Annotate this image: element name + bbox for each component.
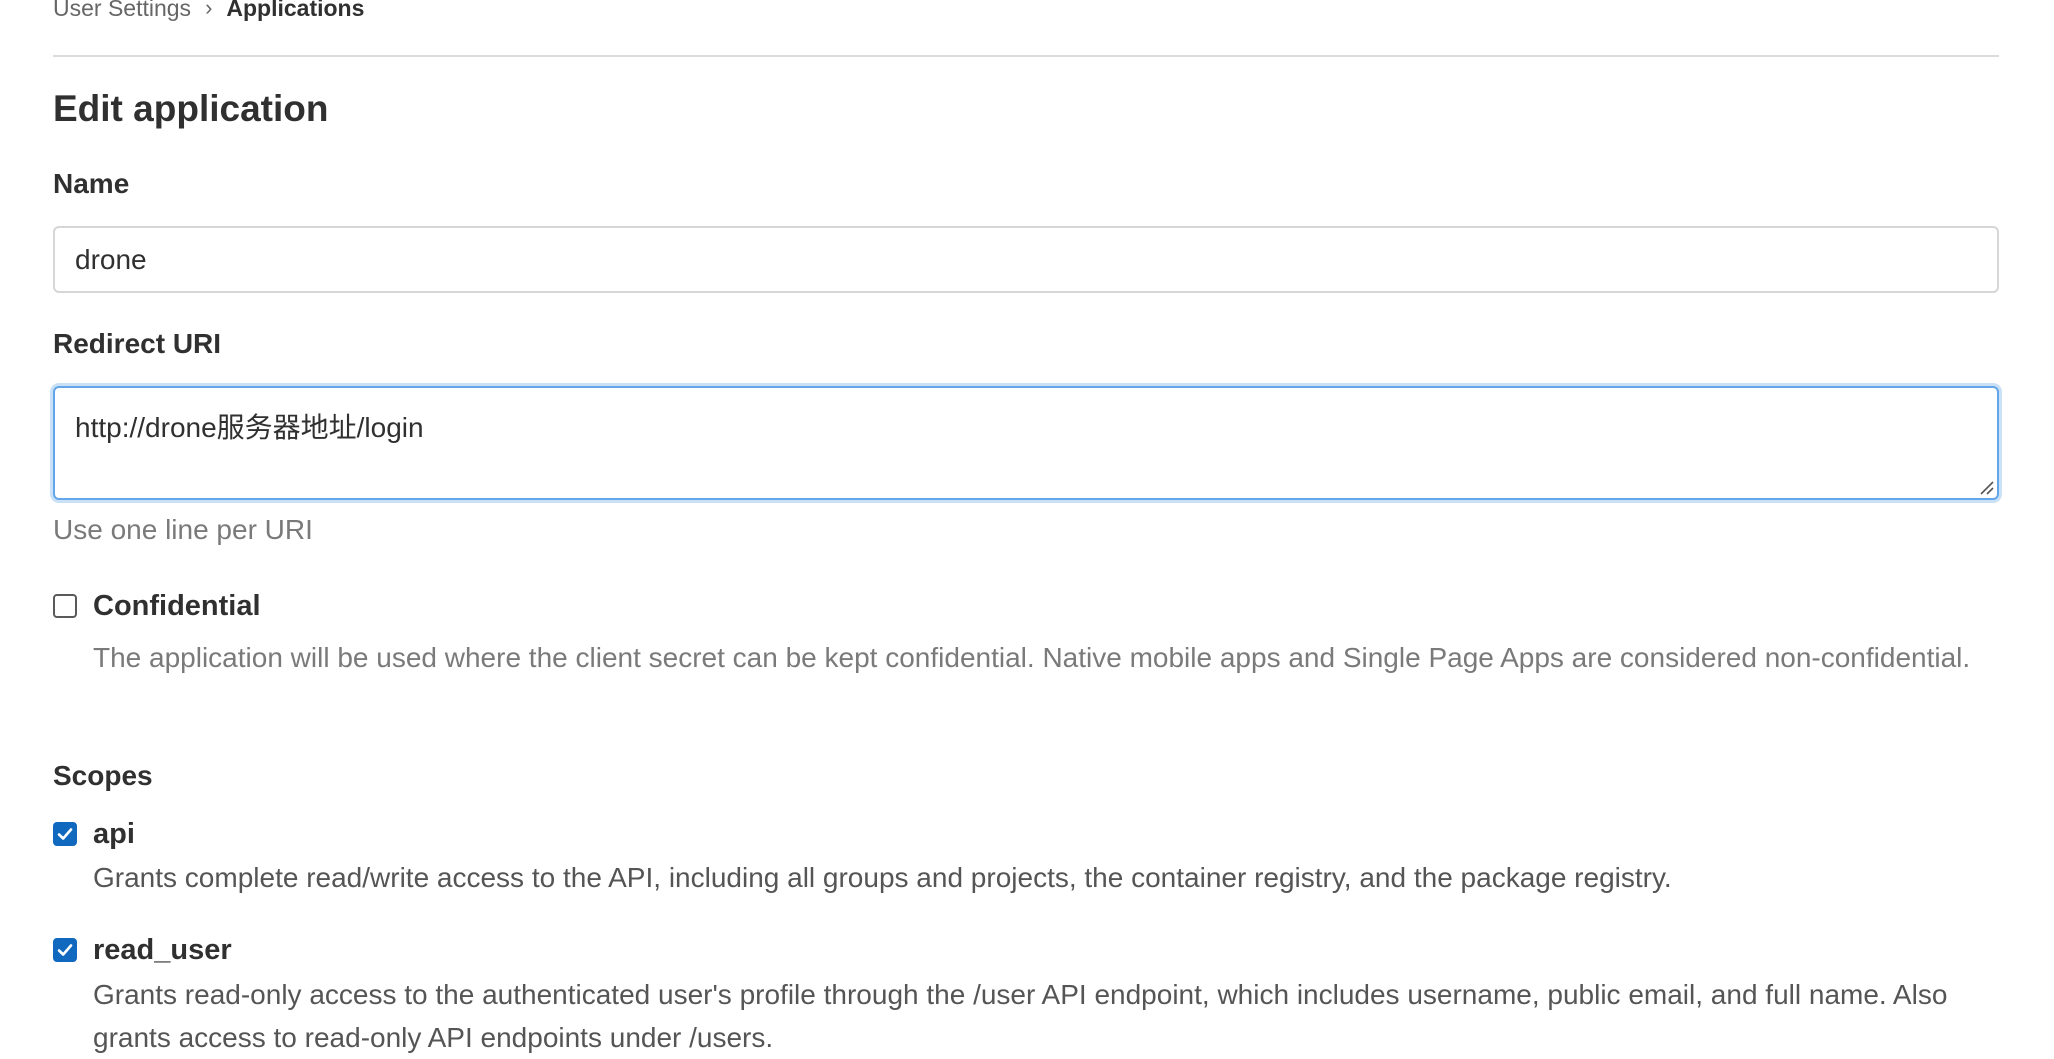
breadcrumb-user-settings[interactable]: User Settings [53, 0, 191, 22]
breadcrumb-applications[interactable]: Applications [226, 0, 364, 22]
resize-grip-icon[interactable] [1978, 479, 1994, 495]
read-user-scope-description: Grants read-only access to the authentic… [93, 979, 1948, 1053]
confidential-label[interactable]: Confidential [93, 590, 261, 623]
breadcrumb: User Settings › Applications [53, 0, 364, 22]
api-scope-checkbox[interactable] [53, 822, 77, 846]
scope-option-read-user[interactable]: read_user [53, 934, 232, 966]
name-input[interactable]: drone [53, 226, 1999, 293]
checkmark-icon [57, 828, 73, 840]
breadcrumb-separator-icon: › [205, 0, 213, 20]
redirect-uri-value: http://drone服务器地址/login [75, 412, 424, 443]
checkmark-icon [57, 944, 73, 956]
confidential-description: The application will be used where the c… [93, 642, 1971, 673]
scope-option-api[interactable]: api [53, 818, 135, 850]
redirect-uri-textarea[interactable]: http://drone服务器地址/login [53, 386, 1999, 500]
confidential-checkbox[interactable] [53, 594, 77, 618]
api-scope-description: Grants complete read/write access to the… [93, 862, 1672, 893]
confidential-option[interactable]: Confidential [53, 590, 261, 622]
redirect-uri-help: Use one line per URI [53, 514, 313, 545]
page-title: Edit application [53, 88, 329, 129]
edit-application-page: User Settings › Applications Edit applic… [0, 0, 2054, 1053]
name-label: Name [53, 168, 130, 199]
redirect-uri-label: Redirect URI [53, 328, 222, 359]
read-user-scope-checkbox[interactable] [53, 938, 77, 962]
read-user-scope-label[interactable]: read_user [93, 934, 232, 967]
scopes-label: Scopes [53, 760, 153, 791]
header-divider [53, 55, 1999, 57]
api-scope-label[interactable]: api [93, 818, 135, 851]
